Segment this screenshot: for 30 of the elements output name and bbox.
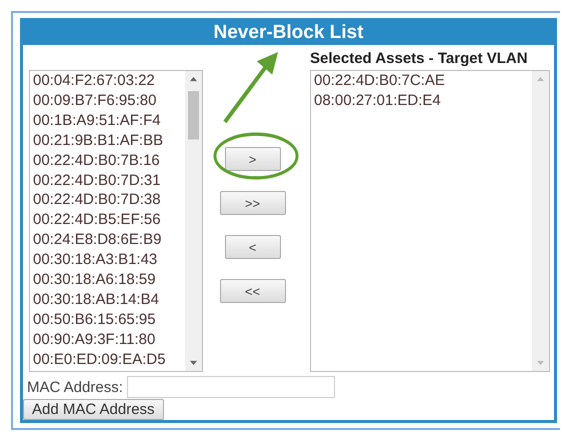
list-item[interactable]: 00:22:4D:B0:7B:16 [33,150,185,171]
mac-listbox[interactable] [29,70,203,372]
panel-title: Never-Block List [23,21,554,45]
add-button[interactable]: Add MAC Address [23,399,164,420]
list-item[interactable]: 00:30:18:AB:14:B4 [33,290,185,310]
list-item[interactable]: 00:22:4D:B0:7C:AE [314,71,532,91]
list-item[interactable]: 00:04:F2:67:03:22 [33,71,185,91]
scrollbar[interactable] [185,71,202,371]
list-item[interactable]: 00:22:4D:B5:EF:56 [33,210,185,230]
list-item[interactable]: 00:09:B7:F6:95:80 [33,90,185,111]
list-item[interactable]: 00:1B:A9:51:AF:F4 [33,110,185,131]
mac-input-field[interactable] [126,376,335,398]
list-item[interactable]: 00:24:E8:D8:6E:B9 [33,230,185,250]
list-item[interactable]: 00:30:18:A6:18:59 [33,270,185,290]
list-item[interactable]: 00:50:B6:15:65:95 [33,310,185,330]
move-button[interactable]: > [224,147,280,171]
list-item[interactable]: 00:22:4D:B0:7D:38 [33,190,185,210]
scrollbar[interactable] [532,71,549,371]
field-label: MAC Address: [27,378,123,396]
list-item[interactable]: 00:E0:ED:09:EA:D5 [33,350,185,370]
list-item[interactable]: 08:00:27:01:ED:E4 [314,90,532,111]
list-item[interactable]: 00:90:A9:3F:11:80 [33,330,185,350]
list-item[interactable]: 00:22:4D:B0:7D:31 [33,170,185,190]
selected-listbox[interactable]: 00:22:4D:B0:7C:AE 08:00:27:01:ED:E4 [310,70,550,372]
list-heading: Selected Assets - Target VLAN [310,50,529,69]
move-button[interactable]: < [224,235,280,259]
list-item[interactable]: 00:21:9B:B1:AF:BB [33,130,185,151]
move-button[interactable]: >> [220,191,286,215]
list-item[interactable]: 00:30:18:A3:B1:43 [33,250,185,270]
move-button[interactable]: << [220,279,286,303]
